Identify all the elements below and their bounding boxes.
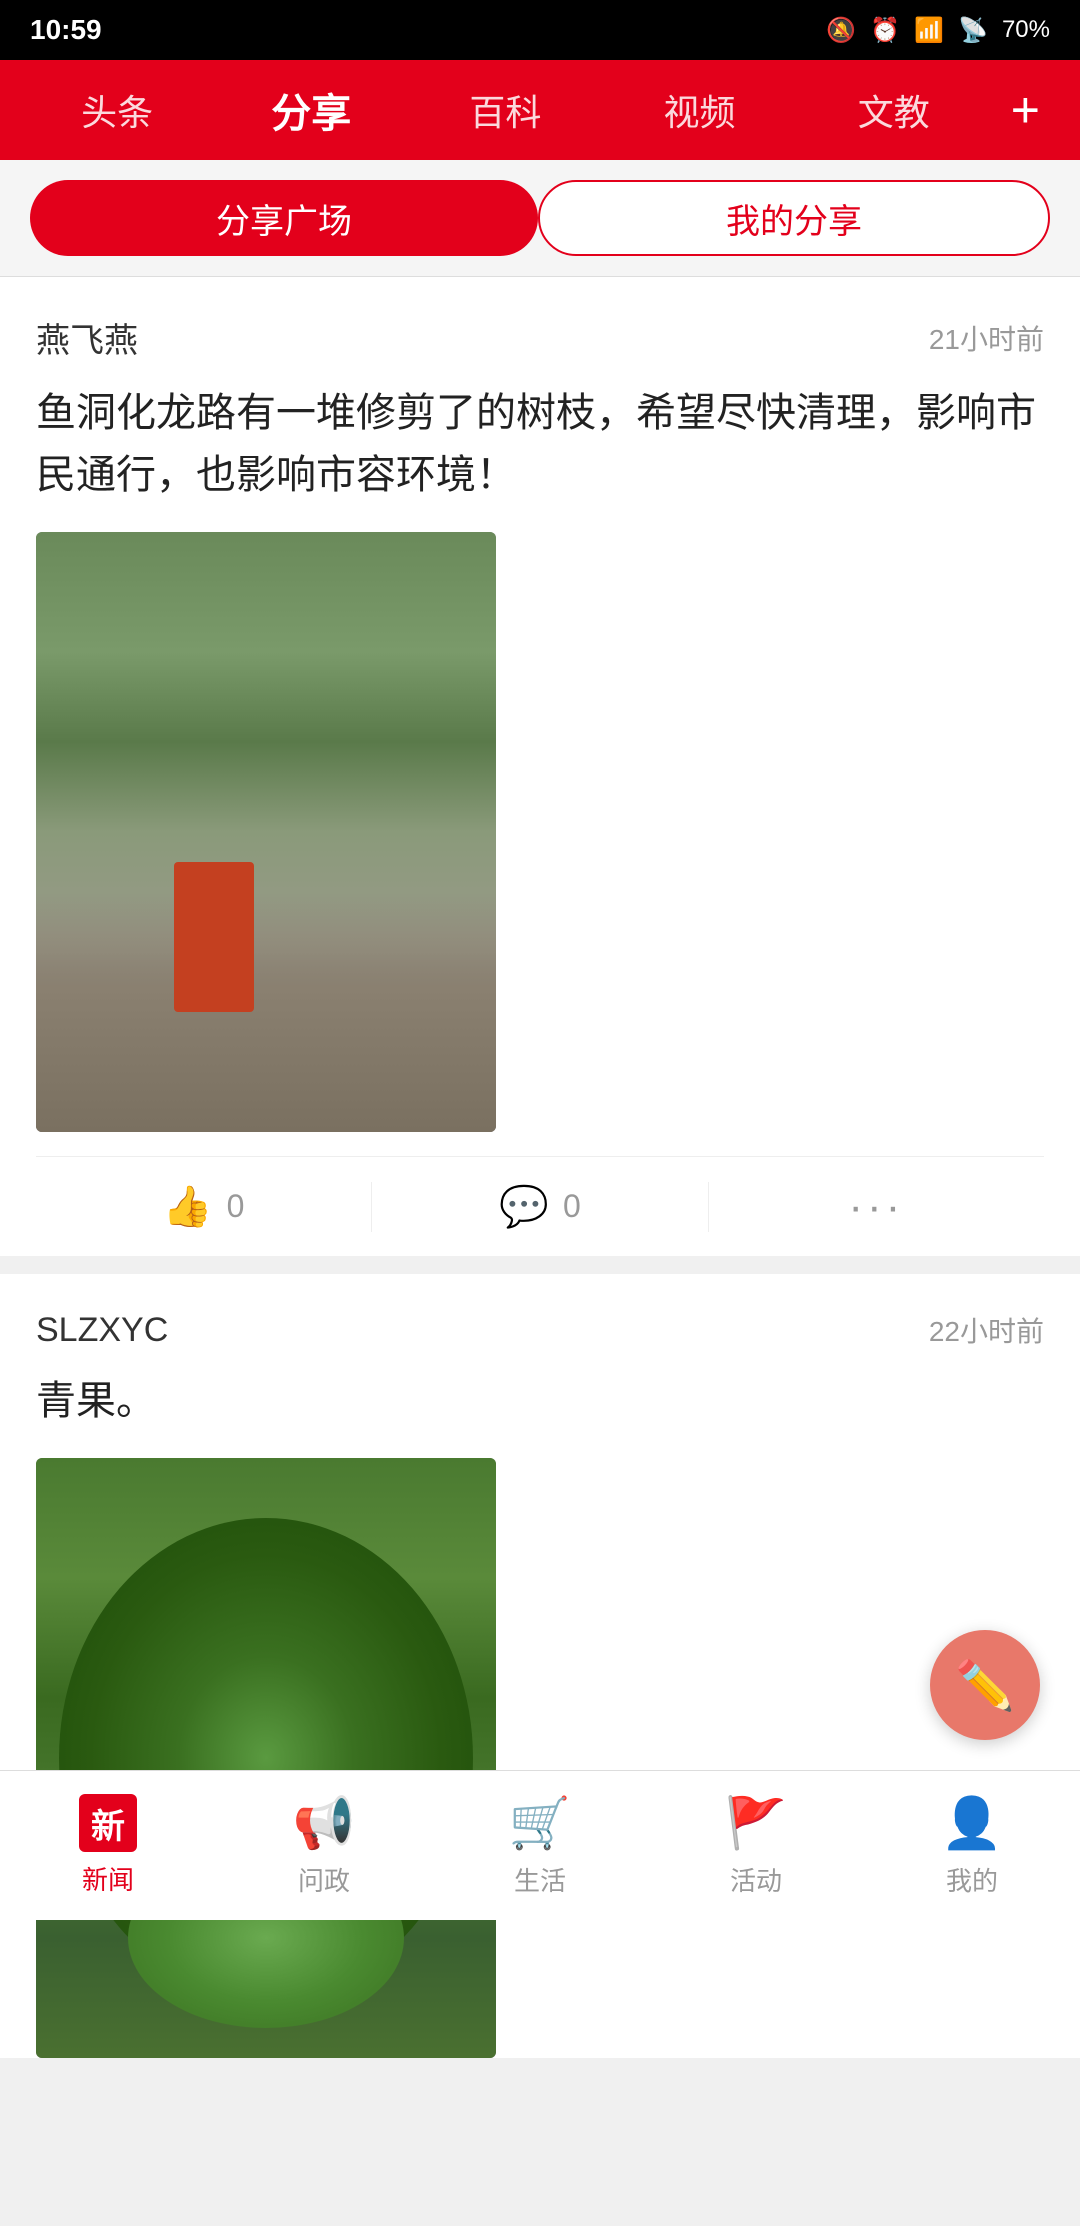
compose-icon: ✏️ [955, 1657, 1015, 1714]
tab-my-share[interactable]: 我的分享 [538, 180, 1050, 256]
post-content: 鱼洞化龙路有一堆修剪了的树枝，希望尽快清理，影响市民通行，也影响市容环境！ [36, 382, 1044, 506]
post-time: 21小时前 [929, 318, 1044, 358]
cart-icon: 🛒 [509, 1794, 571, 1853]
bottom-nav-news-label: 新闻 [82, 1860, 134, 1897]
nav-item-video[interactable]: 视频 [602, 74, 796, 146]
post-header: SLZXYC 22小时前 [36, 1310, 1044, 1350]
bottom-nav-wenz[interactable]: 📢 问政 [216, 1771, 432, 1920]
nav-item-toutiao[interactable]: 头条 [20, 74, 214, 146]
street-image [36, 532, 496, 1132]
like-count: 0 [227, 1188, 245, 1225]
comment-button[interactable]: 💬 0 [372, 1157, 707, 1256]
bottom-nav-profile[interactable]: 👤 我的 [864, 1771, 1080, 1920]
nav-item-share[interactable]: 分享 [214, 71, 408, 149]
tab-share-plaza[interactable]: 分享广场 [30, 180, 538, 256]
bottom-nav-news[interactable]: 新 新闻 [0, 1771, 216, 1920]
flag-icon: 🚩 [725, 1794, 787, 1853]
mute-icon: 🔕 [826, 16, 856, 45]
post-time: 22小时前 [929, 1310, 1044, 1350]
post-content: 青果。 [36, 1370, 1044, 1432]
status-icons: 🔕 ⏰ 📶 📡 70% [826, 16, 1050, 45]
more-button[interactable]: ··· [709, 1182, 1044, 1232]
bottom-nav-activity[interactable]: 🚩 活动 [648, 1771, 864, 1920]
bottom-nav-life-label: 生活 [514, 1861, 566, 1898]
fab-compose-button[interactable]: ✏️ [930, 1630, 1040, 1740]
bottom-nav-activity-label: 活动 [730, 1861, 782, 1898]
like-button[interactable]: 👍 0 [36, 1157, 371, 1256]
comment-icon: 💬 [499, 1183, 549, 1230]
battery-text: 70% [1002, 16, 1050, 44]
status-time: 10:59 [30, 14, 102, 46]
tab-switcher: 分享广场 我的分享 [0, 160, 1080, 277]
bottom-nav-profile-label: 我的 [946, 1861, 998, 1898]
nav-plus-button[interactable]: + [991, 81, 1060, 139]
bottom-nav-wenz-label: 问政 [298, 1861, 350, 1898]
plant-image [36, 1458, 496, 2058]
top-nav: 头条 分享 百科 视频 文教 + [0, 60, 1080, 160]
megaphone-icon: 📢 [293, 1794, 355, 1853]
post-image [36, 532, 496, 1132]
post-header: 燕飞燕 21小时前 [36, 313, 1044, 362]
nav-item-baike[interactable]: 百科 [408, 74, 602, 146]
status-bar: 10:59 🔕 ⏰ 📶 📡 70% [0, 0, 1080, 60]
comment-count: 0 [563, 1188, 581, 1225]
user-icon: 👤 [941, 1794, 1003, 1853]
bottom-nav: 新 新闻 📢 问政 🛒 生活 🚩 活动 👤 我的 [0, 1770, 1080, 1920]
post-author: SLZXYC [36, 1311, 168, 1350]
nav-item-wenjiao[interactable]: 文教 [797, 74, 991, 146]
signal-icon: 📡 [958, 16, 988, 45]
post-author: 燕飞燕 [36, 313, 138, 362]
like-icon: 👍 [163, 1183, 213, 1230]
post-card: 燕飞燕 21小时前 鱼洞化龙路有一堆修剪了的树枝，希望尽快清理，影响市民通行，也… [0, 277, 1080, 1256]
news-icon: 新 [79, 1794, 137, 1852]
post-image [36, 1458, 496, 2058]
post-card: SLZXYC 22小时前 青果。 [0, 1274, 1080, 2058]
alarm-icon: ⏰ [870, 16, 900, 45]
post-actions: 👍 0 💬 0 ··· [36, 1156, 1044, 1256]
wifi-icon: 📶 [914, 16, 944, 45]
bottom-nav-life[interactable]: 🛒 生活 [432, 1771, 648, 1920]
